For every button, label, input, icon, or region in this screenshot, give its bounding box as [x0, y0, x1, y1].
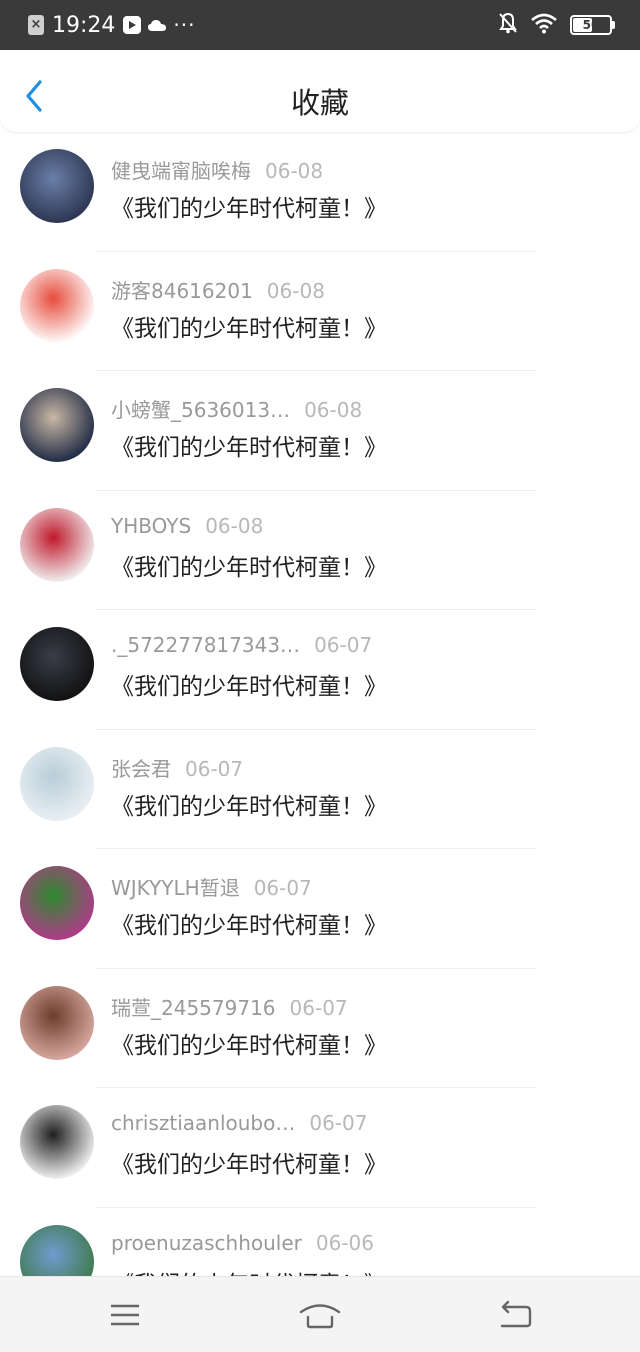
status-bar-right: 50 — [498, 0, 615, 50]
return-icon — [500, 1300, 532, 1328]
avatar[interactable] — [20, 985, 94, 1060]
mute-bell-icon — [498, 12, 518, 38]
item-title[interactable]: 《我们的少年时代柯童！》 — [111, 189, 387, 223]
home-icon — [299, 1304, 341, 1329]
item-title[interactable]: 《我们的少年时代柯童！》 — [111, 787, 387, 821]
item-title[interactable]: 《我们的少年时代柯童！》 — [111, 548, 387, 582]
post-date: 06-07 — [314, 633, 373, 657]
close-notification-icon: × — [28, 15, 44, 35]
item-meta: 小螃蟹_5636013… 06-08 — [111, 394, 362, 423]
list-item[interactable]: 小螃蟹_5636013… 06-08 《我们的少年时代柯童！》 — [0, 371, 640, 491]
item-title[interactable]: 《我们的少年时代柯童！》 — [111, 1145, 387, 1179]
status-bar-left: × 19:24 ··· — [28, 0, 195, 50]
list-item[interactable]: 健曳端甯脑唉梅 06-08 《我们的少年时代柯童！》 — [0, 132, 640, 252]
item-title[interactable]: 《我们的少年时代柯童！》 — [111, 667, 387, 701]
item-title[interactable]: 《我们的少年时代柯童！》 — [111, 309, 387, 343]
avatar[interactable] — [20, 507, 94, 582]
author-name[interactable]: proenuzaschhouler — [111, 1231, 302, 1255]
list-item[interactable]: 张会君 06-07 《我们的少年时代柯童！》 — [0, 730, 640, 849]
avatar[interactable] — [20, 866, 94, 940]
list-item[interactable]: 游客84616201 06-08 《我们的少年时代柯童！》 — [0, 252, 640, 371]
item-title[interactable]: 《我们的少年时代柯童！》 — [111, 428, 387, 462]
author-name[interactable]: 游客84616201 — [111, 279, 253, 303]
item-meta: WJKYYLH暂退 06-07 — [111, 872, 312, 901]
list-item[interactable]: YHBOYS 06-08 《我们的少年时代柯童！》 — [0, 491, 640, 610]
system-nav-bar — [0, 1276, 640, 1352]
avatar[interactable] — [20, 1224, 94, 1276]
item-meta: proenuzaschhouler 06-06 — [111, 1231, 374, 1255]
item-meta: chrisztiaanloubo… 06-07 — [111, 1111, 367, 1135]
item-title[interactable]: 《我们的少年时代柯童！》 — [111, 1265, 387, 1277]
header: 收藏 — [0, 50, 640, 132]
menu-button[interactable] — [103, 1295, 147, 1335]
item-meta: YHBOYS 06-08 — [111, 514, 263, 538]
back-system-button[interactable] — [494, 1295, 538, 1335]
post-date: 06-07 — [185, 756, 244, 781]
menu-icon — [111, 1304, 139, 1326]
list-item[interactable]: WJKYYLH暂退 06-07 《我们的少年时代柯童！》 — [0, 849, 640, 969]
item-meta: ._572277817343… 06-07 — [111, 633, 372, 657]
avatar[interactable] — [20, 627, 94, 701]
author-name[interactable]: 瑞萱_245579716 — [111, 996, 276, 1020]
more-notifications-icon: ··· — [173, 13, 196, 37]
home-button[interactable] — [298, 1295, 342, 1335]
status-bar: × 19:24 ··· 50 — [0, 0, 640, 50]
author-name[interactable]: YHBOYS — [111, 514, 191, 538]
wifi-icon — [530, 12, 558, 38]
post-date: 06-08 — [304, 398, 363, 422]
status-time: 19:24 — [52, 12, 116, 38]
post-date: 06-07 — [253, 876, 312, 900]
avatar[interactable] — [20, 149, 94, 223]
avatar[interactable] — [20, 1105, 94, 1179]
post-date: 06-07 — [309, 1111, 368, 1135]
favorites-list: 健曳端甯脑唉梅 06-08 《我们的少年时代柯童！》 游客84616201 06-08 《… — [0, 132, 640, 1276]
author-name[interactable]: 健曳端甯脑唉梅 — [111, 159, 251, 183]
post-date: 06-08 — [265, 159, 324, 183]
item-meta: 瑞萱_245579716 06-07 — [111, 992, 348, 1021]
item-meta: 健曳端甯脑唉梅 06-08 — [111, 155, 323, 184]
author-name[interactable]: chrisztiaanloubo… — [111, 1111, 295, 1135]
list-item[interactable]: proenuzaschhouler 06-06 《我们的少年时代柯童！》 — [0, 1208, 640, 1277]
list-item[interactable]: chrisztiaanloubo… 06-07 《我们的少年时代柯童！》 — [0, 1088, 640, 1208]
list-item[interactable]: ._572277817343… 06-07 《我们的少年时代柯童！》 — [0, 610, 640, 730]
item-title[interactable]: 《我们的少年时代柯童！》 — [111, 906, 387, 940]
avatar[interactable] — [20, 746, 94, 821]
post-date: 06-06 — [315, 1230, 375, 1255]
battery-level: 50 — [582, 18, 600, 32]
cloud-icon — [147, 18, 167, 32]
post-date: 06-07 — [289, 995, 348, 1020]
avatar[interactable] — [20, 388, 94, 462]
video-app-icon — [123, 16, 142, 34]
author-name[interactable]: WJKYYLH暂退 — [111, 876, 240, 900]
page-title: 收藏 — [290, 86, 349, 120]
battery-indicator: 50 — [570, 15, 615, 35]
author-name[interactable]: 张会君 — [111, 757, 171, 781]
post-date: 06-08 — [205, 513, 264, 538]
item-title[interactable]: 《我们的少年时代柯童！》 — [111, 1026, 387, 1060]
avatar[interactable] — [20, 268, 94, 343]
post-date: 06-08 — [266, 278, 325, 303]
author-name[interactable]: 小螃蟹_5636013… — [111, 398, 290, 422]
list-item[interactable]: 瑞萱_245579716 06-07 《我们的少年时代柯童！》 — [0, 969, 640, 1088]
author-name[interactable]: ._572277817343… — [111, 633, 300, 657]
item-meta: 张会君 06-07 — [111, 753, 243, 782]
item-meta: 游客84616201 06-08 — [111, 275, 325, 304]
